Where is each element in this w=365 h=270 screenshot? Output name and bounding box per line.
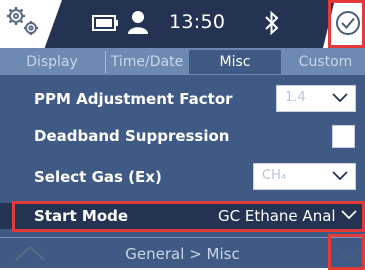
select-gas-select[interactable]: CH₄ bbox=[253, 163, 356, 190]
start-mode-select[interactable]: GC Ethane Anal bbox=[210, 203, 365, 229]
check-circle-icon[interactable] bbox=[335, 10, 361, 36]
tab-display[interactable]: Display bbox=[2, 50, 102, 74]
deadband-suppression-label: Deadband Suppression bbox=[34, 127, 230, 145]
start-mode-row: Start Mode GC Ethane Anal bbox=[0, 203, 365, 229]
ppm-adjustment-label: PPM Adjustment Factor bbox=[34, 90, 233, 108]
chevron-down-icon bbox=[332, 93, 348, 103]
clock-time: 13:50 bbox=[169, 11, 226, 33]
tab-time-date[interactable]: Time/Date bbox=[108, 50, 186, 74]
chevron-down-icon bbox=[341, 210, 357, 220]
tab-misc[interactable]: Misc bbox=[189, 50, 281, 74]
screen-panel: 13:50 Display Time/Date Misc Custom PPM … bbox=[0, 0, 365, 268]
ppm-adjustment-value: 1.4 bbox=[285, 90, 306, 105]
ppm-adjustment-select[interactable]: 1.4 bbox=[276, 85, 356, 112]
user-icon bbox=[128, 11, 148, 34]
status-bar: 13:50 bbox=[0, 0, 365, 48]
tab-custom[interactable]: Custom bbox=[286, 50, 365, 74]
start-mode-value: GC Ethane Anal bbox=[218, 207, 336, 225]
battery-icon bbox=[92, 15, 118, 31]
gears-icon[interactable] bbox=[3, 4, 45, 40]
deadband-suppression-checkbox[interactable] bbox=[332, 125, 355, 148]
select-gas-label: Select Gas (Ex) bbox=[34, 168, 162, 186]
chevron-down-icon[interactable] bbox=[335, 247, 361, 263]
device-screen: 13:50 Display Time/Date Misc Custom PPM … bbox=[0, 0, 365, 270]
chevron-down-icon bbox=[332, 171, 348, 181]
tab-divider bbox=[105, 51, 106, 73]
bluetooth-icon bbox=[265, 10, 279, 36]
start-mode-label: Start Mode bbox=[34, 207, 129, 225]
select-gas-value: CH₄ bbox=[262, 168, 287, 183]
breadcrumb: General > Misc bbox=[125, 245, 240, 263]
